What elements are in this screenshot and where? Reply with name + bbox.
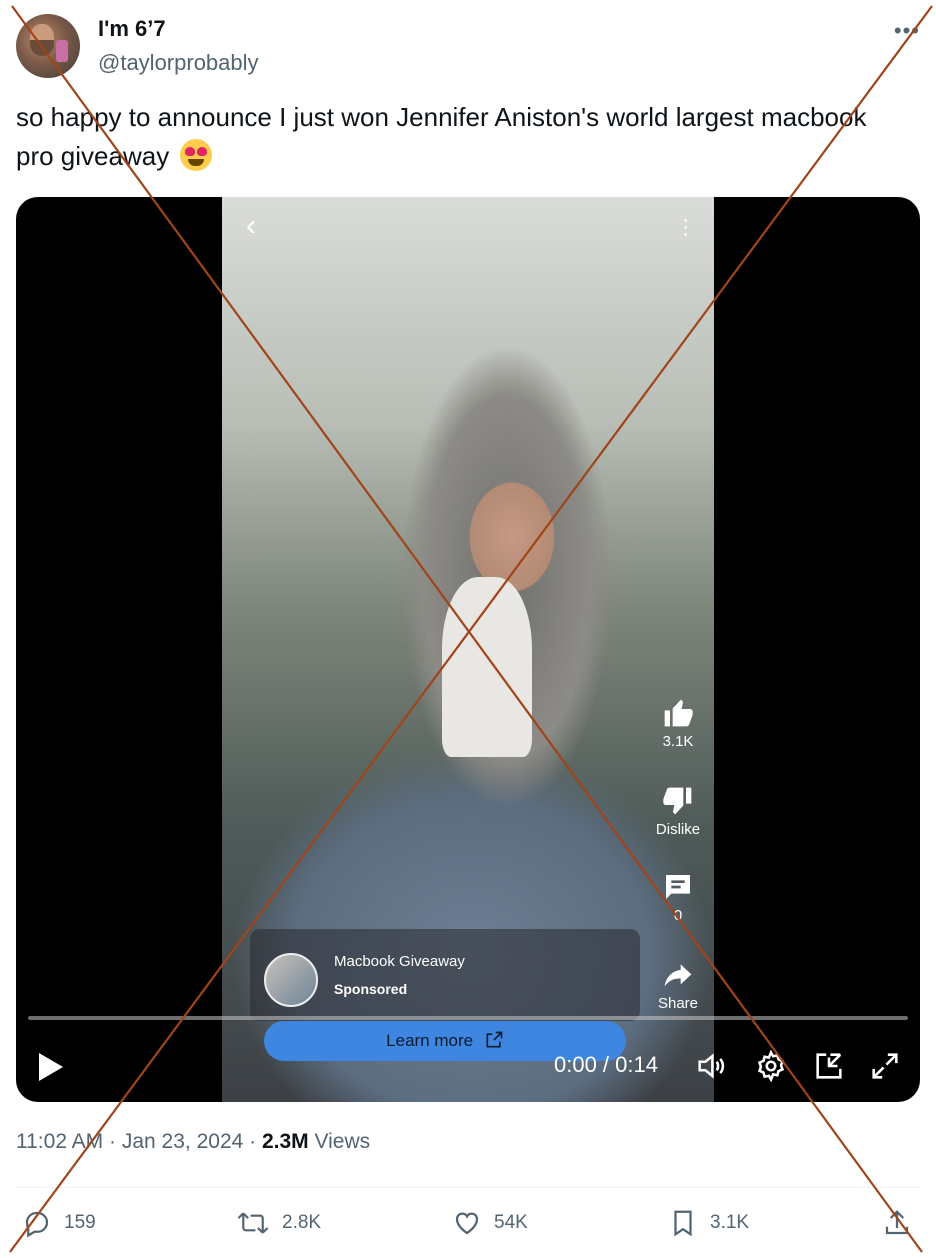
comment-icon [666,875,690,899]
fullscreen-icon [872,1053,898,1079]
tweet-date[interactable]: Jan 23, 2024 [122,1130,243,1153]
video-kebab-icon [684,219,688,239]
video-like-action: 3.1K [648,697,708,750]
meta-separator-2: · [249,1130,257,1153]
share-button[interactable] [882,1208,912,1238]
avatar-phone [56,40,68,62]
divider [16,1187,920,1188]
back-chevron-icon: ‹ [246,209,256,242]
video-share-action: Share [648,959,708,1012]
play-icon [39,1053,63,1081]
thumbs-down-icon [663,787,692,815]
tweet-header: I'm 6’7 @taylorprobably ••• [16,14,920,78]
display-name[interactable]: I'm 6’7 [98,16,166,42]
video-subject [442,577,532,757]
external-link-icon [486,1031,503,1048]
settings-button[interactable] [754,1049,788,1088]
comment-count: 0 [673,907,683,924]
video-player[interactable]: ‹ 3.1K Dislike 0 Share Macbook Giveaway … [16,197,920,1102]
video-time: 0:00 / 0:14 [554,1052,658,1077]
avatar-beard [30,40,54,56]
meta-separator: · [109,1130,117,1153]
more-options-icon[interactable]: ••• [894,18,920,44]
volume-button[interactable] [694,1049,728,1088]
learn-more-label: Learn more [386,1031,474,1050]
tweet-body: so happy to announce I just won Jennifer… [16,102,867,171]
views-count: 2.3M [261,1130,309,1153]
share-arrow-icon [664,964,692,987]
retweet-button[interactable]: 2.8K [236,1208,321,1238]
bookmark-button[interactable]: 3.1K [668,1208,749,1238]
like-button[interactable]: 54K [452,1208,528,1238]
retweet-count: 2.8K [282,1212,322,1233]
sponsored-ad-card: Macbook Giveaway Sponsored [250,929,640,1021]
views-label: Views [314,1130,371,1153]
reply-count: 159 [64,1212,96,1233]
avatar[interactable] [16,14,80,78]
dock-video-button[interactable] [812,1049,846,1088]
ad-sponsored-label: Sponsored [334,981,408,997]
bookmark-icon [674,1210,692,1237]
play-button[interactable] [38,1052,64,1087]
retweet-icon [237,1212,269,1234]
heart-eyes-emoji-icon [180,139,213,171]
ad-title: Macbook Giveaway [334,953,465,970]
share-label: Share [657,995,699,1012]
fullscreen-button[interactable] [868,1049,902,1088]
video-comment-action: 0 [648,871,708,924]
upload-share-icon [885,1210,909,1235]
video-progress-bar[interactable] [28,1016,908,1020]
speaker-icon [698,1053,725,1079]
video-dislike-action: Dislike [648,785,708,838]
tweet-meta: 11:02 AM · Jan 23, 2024 · 2.3M Views [16,1130,370,1154]
ad-thumbnail [264,953,318,1007]
user-handle[interactable]: @taylorprobably [98,50,259,76]
tweet-text: so happy to announce I just won Jennifer… [16,98,896,176]
reply-icon [25,1211,49,1238]
bookmark-count: 3.1K [710,1212,750,1233]
heart-icon [455,1212,479,1235]
tweet-time[interactable]: 11:02 AM [16,1130,103,1153]
dock-icon [816,1053,842,1079]
like-count: 3.1K [662,733,694,750]
thumbs-up-icon [664,699,693,727]
like-count-total: 54K [494,1212,528,1233]
gear-icon [757,1049,785,1083]
dislike-label: Dislike [655,821,701,838]
reply-button[interactable]: 159 [22,1208,96,1238]
